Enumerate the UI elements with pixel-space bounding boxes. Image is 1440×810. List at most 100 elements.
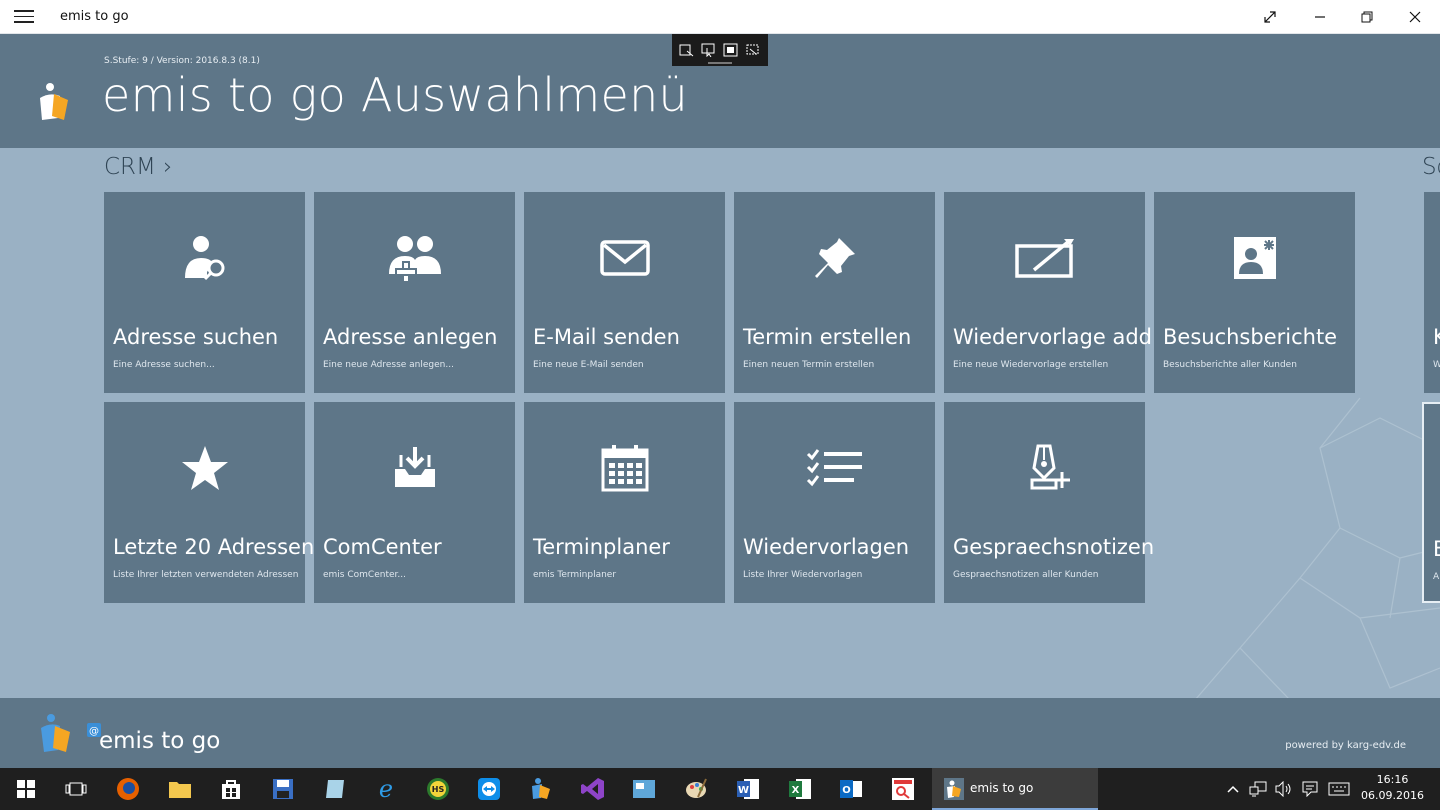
tile-description: Eine neue E-Mail senden (533, 360, 644, 370)
taskbar-file-explorer[interactable] (156, 768, 204, 810)
person-add-icon (388, 236, 441, 283)
emis-logo-icon (38, 712, 74, 756)
taskbar-active-emis[interactable]: emis to go (932, 768, 1098, 810)
search-tool-icon (892, 778, 914, 800)
tile-gespraechsnotizen[interactable]: Gespraechsnotizen Gespraechsnotizen alle… (944, 402, 1154, 603)
taskbar-save-app[interactable] (259, 768, 307, 810)
tile-adresse-anlegen[interactable]: Adresse anlegen Eine neue Adresse anlege… (314, 192, 515, 393)
minimize-icon (1315, 16, 1325, 18)
clock-date: 06.09.2016 (1361, 789, 1424, 802)
tile-email-senden[interactable]: E-Mail senden Eine neue E-Mail senden (524, 192, 725, 393)
section-title-crm[interactable]: CRM › (104, 154, 172, 180)
tile-besuchsberichte[interactable]: Besuchsberichte Besuchsberichte aller Ku… (1154, 192, 1355, 393)
volume-icon (1275, 781, 1291, 797)
tile-title: Adresse anlegen (323, 325, 498, 349)
taskbar-visual-studio[interactable] (569, 768, 617, 810)
snip-icon[interactable] (745, 43, 761, 57)
taskbar-paint[interactable] (672, 768, 720, 810)
tile-description: Eine Adresse suchen... (113, 360, 215, 370)
taskbar-outlook[interactable]: O (827, 768, 875, 810)
floppy-icon (273, 779, 293, 799)
tile-letzte-20-adressen[interactable]: Letzte 20 Adressen Liste Ihrer letzten v… (104, 402, 314, 603)
svg-text:@: @ (89, 726, 99, 737)
toolbar-grip[interactable] (708, 62, 732, 64)
tile-description: Liste Ihrer Wiedervorlagen (743, 570, 863, 580)
store-icon (222, 780, 240, 799)
select-icon[interactable] (723, 43, 739, 57)
hs-icon: HS (427, 778, 449, 800)
tile-title: Wiedervorlage add (953, 325, 1153, 349)
taskbar-outlook-tool[interactable] (620, 768, 668, 810)
tile-title: Termin erstellen (743, 325, 912, 349)
tray-volume[interactable] (1272, 768, 1296, 810)
taskbar-hs-app[interactable]: HS (414, 768, 462, 810)
taskbar-teamviewer[interactable] (465, 768, 513, 810)
emis-small-icon (944, 778, 964, 804)
minimize-button[interactable] (1297, 0, 1343, 34)
tile-title: Adresse suchen (113, 325, 279, 349)
floating-toolbar (672, 34, 768, 66)
taskbar-notes[interactable] (311, 768, 359, 810)
start-button[interactable] (2, 768, 50, 810)
folder-icon (169, 782, 191, 798)
taskbar-word[interactable]: W (724, 768, 772, 810)
tile-description: Besuchsberichte aller Kunden (1163, 360, 1297, 370)
svg-text:O: O (842, 785, 851, 796)
fullscreen-button[interactable] (1247, 0, 1293, 34)
tile-title: E-Mail senden (533, 325, 680, 349)
tile-title: Gespraechsnotizen (953, 535, 1155, 559)
taskbar-search-tool[interactable] (879, 768, 927, 810)
svg-text:X: X (792, 785, 800, 796)
tile-description: A (1433, 572, 1440, 582)
hamburger-menu-icon[interactable] (14, 10, 34, 24)
powered-by-text: powered by karg-edv.de (1285, 740, 1406, 751)
task-view-button[interactable] (52, 768, 100, 810)
window-title: emis to go (60, 9, 129, 24)
tile-title: Letzte 20 Adressen (113, 535, 315, 559)
palette-icon (686, 778, 707, 798)
taskbar-active-label: emis to go (970, 781, 1034, 795)
tile-adresse-suchen[interactable]: Adresse suchen Eine Adresse suchen... (104, 192, 305, 393)
dictate-icon[interactable] (679, 43, 695, 57)
checklist-icon (806, 449, 862, 487)
tile-wiedervorlage-add[interactable]: Wiedervorlage add Eine neue Wiedervorlag… (944, 192, 1152, 393)
tray-overflow-button[interactable] (1222, 768, 1244, 810)
tile-area: CRM › Sc Adresse suchen Eine Adresse suc… (0, 148, 1440, 700)
taskbar-emis-logo[interactable] (517, 768, 565, 810)
tray-network[interactable] (1246, 768, 1270, 810)
tile-next-group-1[interactable]: K W (1424, 192, 1440, 393)
notes-icon (326, 780, 344, 798)
taskbar-store[interactable] (207, 768, 255, 810)
mail-tool-icon (633, 780, 655, 798)
version-text: S.Stufe: 9 / Version: 2016.8.3 (8.1) (104, 56, 260, 66)
chevron-up-icon (1227, 785, 1239, 793)
ie-icon: e (379, 776, 393, 802)
tile-wiedervorlagen[interactable]: Wiedervorlagen Liste Ihrer Wiedervorlage… (734, 402, 935, 603)
tile-description: Eine neue Wiedervorlage erstellen (953, 360, 1109, 370)
section-title-next[interactable]: Sc (1422, 154, 1440, 180)
excel-icon: X (789, 779, 811, 799)
pointer-icon[interactable] (701, 43, 717, 57)
footer-app-name: emis to go (99, 728, 221, 754)
tray-keyboard[interactable] (1324, 768, 1354, 810)
expand-icon (1264, 11, 1276, 23)
taskbar-internet-explorer[interactable]: e (362, 768, 410, 810)
taskbar-firefox[interactable] (104, 768, 152, 810)
restore-button[interactable] (1344, 0, 1390, 34)
mail-icon (599, 240, 650, 276)
tile-next-group-2[interactable]: E A (1422, 402, 1440, 603)
tile-description: emis ComCenter... (323, 570, 406, 580)
notification-center-icon (1302, 781, 1318, 797)
taskbar-excel[interactable]: X (776, 768, 824, 810)
person-search-icon (184, 236, 224, 281)
tile-comcenter[interactable]: ComCenter emis ComCenter... (314, 402, 515, 603)
tile-terminplaner[interactable]: Terminplaner emis Terminplaner (524, 402, 725, 603)
tile-description: Liste Ihrer letzten verwendeten Adressen (113, 570, 299, 580)
tray-action-center[interactable] (1298, 768, 1322, 810)
page-title: emis to go Auswahlmenü (102, 68, 689, 122)
tile-termin-erstellen[interactable]: Termin erstellen Einen neuen Termin erst… (734, 192, 935, 393)
close-button[interactable] (1392, 0, 1438, 34)
tile-description: W (1433, 360, 1440, 370)
svg-text:HS: HS (432, 785, 445, 794)
taskbar-clock[interactable]: 16:16 06.09.2016 (1361, 772, 1424, 804)
